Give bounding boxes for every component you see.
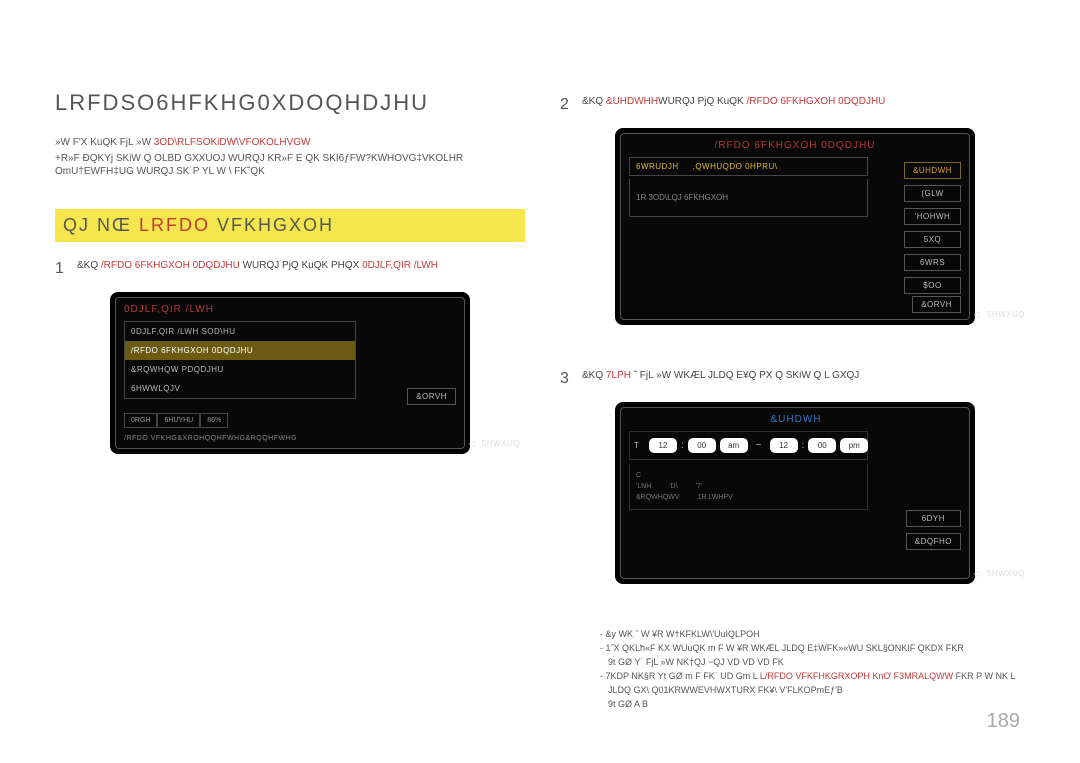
step-3: 3 &KQ 7LPH ˇ FjL »W WKÆL JLDQ E¥Q PX Q S… [560,370,1030,388]
panel2-title: /RFDO 6FKHGXOH 0DQDJHU [629,140,961,151]
menu-item-content-manager[interactable]: &RQWHQW PDQDJHU [125,360,355,379]
all-button[interactable]: $OO [904,277,961,294]
panel2-empty: 1R 3OD\LQJ 6FKHGXOH [629,179,868,217]
edit-button[interactable]: (GLW [904,185,961,202]
section-heading: QJ NŒ LRFDO VFKHGXOH [55,209,525,242]
return-button-3[interactable]: 5HWXUQ [967,567,1031,580]
panel3-title: &UHDWH [629,414,961,425]
stop-button[interactable]: 6WRS [904,254,961,271]
close-button[interactable]: &ORVH [407,388,456,405]
panel1-title: 0DJLF,QIR /LWH [124,304,456,315]
step-1: 1 &KQ /RFDO 6FKHGXOH 0DQDJHU WURQJ PjQ K… [55,260,525,278]
subtitle-note: »W F'X KuQK FjL »W 3OD\RLFSOKiDW\VFOKOLH… [55,136,525,150]
time-end-ap[interactable]: pm [840,438,868,453]
panel2-close-button[interactable]: &ORVH [912,296,961,313]
right-column: 2 &KQ &UHDWHHWURQJ PjQ KuQK /RFDO 6FKHGX… [560,90,1030,718]
delete-button[interactable]: 'HOHWH [904,208,961,225]
return-button-1[interactable]: 5HWXUQ [462,437,526,450]
time-start-m[interactable]: 00 [688,438,716,453]
time-start-ap[interactable]: am [720,438,748,453]
device-panel-3: &UHDWH T 12 : 00 am ~ 12 : 00 pm [615,402,975,584]
menu-item-player[interactable]: 0DJLF,QIR /LWH SOD\HU [125,322,355,341]
time-end-h[interactable]: 12 [770,438,798,453]
step-2: 2 &KQ &UHDWHHWURQJ PjQ KuQK /RFDO 6FKHGX… [560,96,1030,114]
time-row: T 12 : 00 am ~ 12 : 00 pm [629,431,868,460]
device-panel-2: /RFDO 6FKHGXOH 0DQDJHU 6WRUDJH ,QWHUQDO … [615,128,975,325]
save-button[interactable]: 6DYH [906,510,961,527]
panel1-menu: 0DJLF,QIR /LWH SOD\HU /RFDO 6FKHGXOH 0DQ… [124,321,356,399]
panel1-statusline: /RFDO VFKHG&XROHQQHFWHG&RQQHFWHG [124,435,297,442]
description-line: +R»F ĐQKYj SKiW Q OLBD GXXUOJ WURQJ KR»F… [55,152,525,179]
menu-item-local-schedule[interactable]: /RFDO 6FKHGXOH 0DQDJHU [125,341,355,360]
tab-storage[interactable]: 6WRUDJH [636,162,679,171]
page-title: LRFDSO6HFKHG0XDOQHDJHU [55,90,525,116]
create-button[interactable]: &UHDWH [904,162,961,179]
device-panel-1: 0DJLF,QIR /LWH 0DJLF,QIR /LWH SOD\HU /RF… [110,292,470,454]
return-button-2[interactable]: 5HWXUQ [967,308,1031,321]
left-column: LRFDSO6HFKHG0XDOQHDJHU »W F'X KuQK FjL »… [55,90,525,499]
panel2-side-buttons: &UHDWH (GLW 'HOHWH 5XQ 6WRS $OO [904,162,961,294]
panel1-status-bar: 0RGH 6HUYHU 86% [124,413,304,428]
page-number: 189 [987,710,1020,733]
panel3-meta: C 'LNH 'D\ '7' &RQWHQWV 1R LWHPV [629,464,868,510]
time-start-h[interactable]: 12 [649,438,677,453]
time-end-m[interactable]: 00 [808,438,836,453]
footnotes: - &y WK ˇ W ¥R W†KFKLW\'UuIQLPOH - 1˝X Q… [560,629,1030,709]
cancel-button[interactable]: &DQFHO [906,533,961,550]
panel2-tabs: 6WRUDJH ,QWHUQDO 0HPRU\ [629,157,868,176]
tab-internal-memory[interactable]: ,QWHUQDO 0HPRU\ [693,162,778,171]
menu-item-settings[interactable]: 6HWWLQJV [125,379,355,398]
run-button[interactable]: 5XQ [904,231,961,248]
